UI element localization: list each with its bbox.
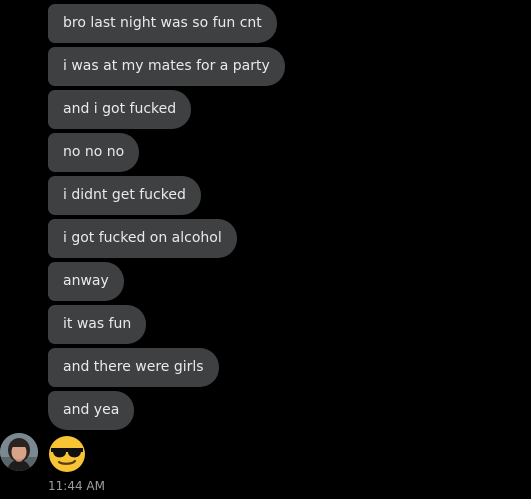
message-bubble[interactable]: anway: [48, 262, 124, 301]
message-bubble[interactable]: and there were girls: [48, 348, 219, 387]
sunglasses-face-icon: [49, 436, 85, 472]
message-bubble[interactable]: and i got fucked: [48, 90, 192, 129]
message-bubble[interactable]: i didnt get fucked: [48, 176, 201, 215]
sunglasses-emoji-icon[interactable]: [48, 435, 86, 473]
avatar-photo: [0, 433, 38, 471]
sender-avatar[interactable]: [0, 433, 38, 471]
message-bubble[interactable]: no no no: [48, 133, 140, 172]
message-bubble[interactable]: bro last night was so fun cnt: [48, 4, 277, 43]
message-timestamp: 11:44 AM: [48, 479, 105, 493]
message-bubble[interactable]: it was fun: [48, 305, 147, 344]
message-bubble[interactable]: i got fucked on alcohol: [48, 219, 237, 258]
message-bubble[interactable]: i was at my mates for a party: [48, 47, 285, 86]
message-bubble[interactable]: and yea: [48, 391, 135, 430]
